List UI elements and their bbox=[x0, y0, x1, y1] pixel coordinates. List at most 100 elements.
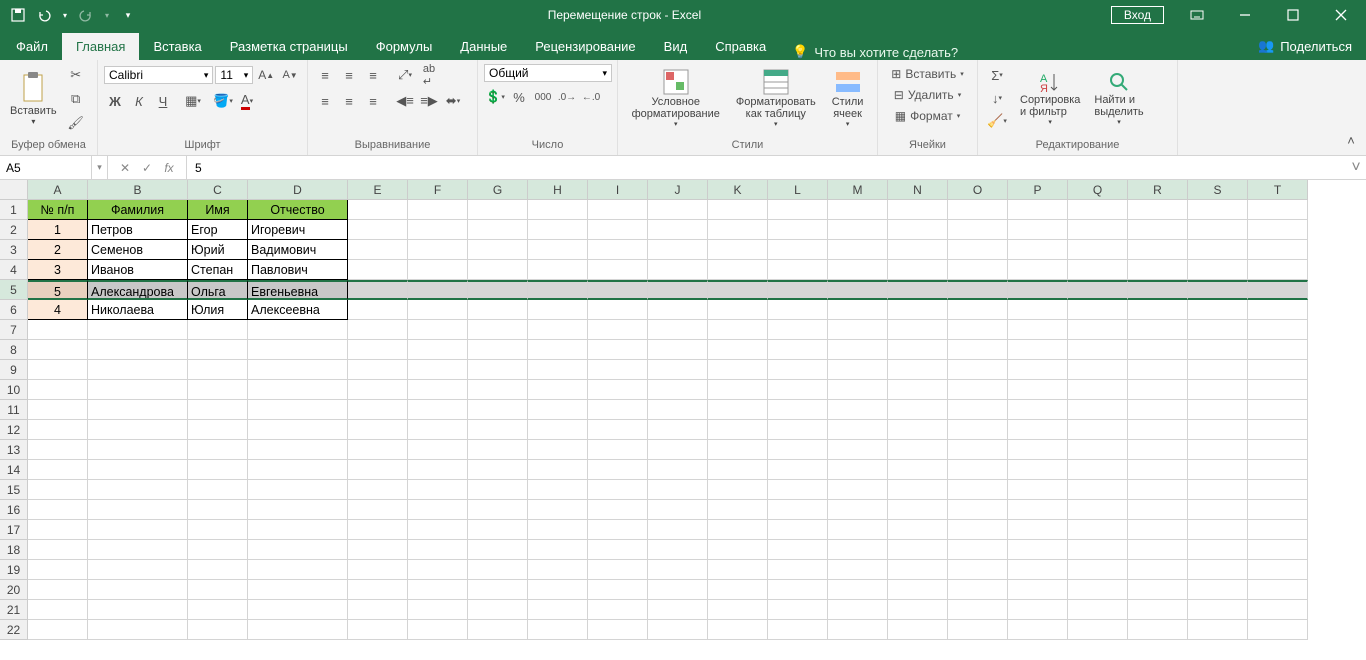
cell-I2[interactable] bbox=[588, 220, 648, 240]
cut-button[interactable]: ✂ bbox=[65, 64, 87, 86]
cell-H9[interactable] bbox=[528, 360, 588, 380]
tab-home[interactable]: Главная bbox=[62, 33, 139, 60]
cell-K12[interactable] bbox=[708, 420, 768, 440]
cell-K2[interactable] bbox=[708, 220, 768, 240]
cell-J21[interactable] bbox=[648, 600, 708, 620]
cell-B9[interactable] bbox=[88, 360, 188, 380]
cell-F1[interactable] bbox=[408, 200, 468, 220]
cell-R4[interactable] bbox=[1128, 260, 1188, 280]
increase-indent-button[interactable]: ≡▶ bbox=[418, 90, 440, 112]
undo-dropdown[interactable]: ▾ bbox=[60, 5, 70, 25]
column-header-P[interactable]: P bbox=[1008, 180, 1068, 200]
cell-R17[interactable] bbox=[1128, 520, 1188, 540]
insert-function-button[interactable]: fx bbox=[160, 159, 178, 177]
cell-T12[interactable] bbox=[1248, 420, 1308, 440]
cell-C20[interactable] bbox=[188, 580, 248, 600]
cell-S19[interactable] bbox=[1188, 560, 1248, 580]
cell-O3[interactable] bbox=[948, 240, 1008, 260]
cell-S16[interactable] bbox=[1188, 500, 1248, 520]
cell-Q9[interactable] bbox=[1068, 360, 1128, 380]
cell-M12[interactable] bbox=[828, 420, 888, 440]
cell-R1[interactable] bbox=[1128, 200, 1188, 220]
cell-B12[interactable] bbox=[88, 420, 188, 440]
cell-D21[interactable] bbox=[248, 600, 348, 620]
wrap-text-button[interactable]: ab↵ bbox=[418, 64, 440, 86]
cell-D17[interactable] bbox=[248, 520, 348, 540]
column-header-N[interactable]: N bbox=[888, 180, 948, 200]
cell-C12[interactable] bbox=[188, 420, 248, 440]
cell-B13[interactable] bbox=[88, 440, 188, 460]
cell-R9[interactable] bbox=[1128, 360, 1188, 380]
cell-P10[interactable] bbox=[1008, 380, 1068, 400]
cell-G9[interactable] bbox=[468, 360, 528, 380]
cell-O9[interactable] bbox=[948, 360, 1008, 380]
cell-B10[interactable] bbox=[88, 380, 188, 400]
cell-F12[interactable] bbox=[408, 420, 468, 440]
cell-O6[interactable] bbox=[948, 300, 1008, 320]
cell-G20[interactable] bbox=[468, 580, 528, 600]
cell-D9[interactable] bbox=[248, 360, 348, 380]
cell-E5[interactable] bbox=[348, 280, 408, 300]
cell-B4[interactable]: Иванов bbox=[88, 260, 188, 280]
cell-J5[interactable] bbox=[648, 280, 708, 300]
cell-I8[interactable] bbox=[588, 340, 648, 360]
column-header-J[interactable]: J bbox=[648, 180, 708, 200]
column-header-S[interactable]: S bbox=[1188, 180, 1248, 200]
cell-S12[interactable] bbox=[1188, 420, 1248, 440]
cell-T10[interactable] bbox=[1248, 380, 1308, 400]
cell-G12[interactable] bbox=[468, 420, 528, 440]
cell-E7[interactable] bbox=[348, 320, 408, 340]
comma-format-button[interactable]: 000 bbox=[532, 86, 554, 108]
cell-E18[interactable] bbox=[348, 540, 408, 560]
cell-N10[interactable] bbox=[888, 380, 948, 400]
cell-M4[interactable] bbox=[828, 260, 888, 280]
cell-H15[interactable] bbox=[528, 480, 588, 500]
cell-S9[interactable] bbox=[1188, 360, 1248, 380]
cell-A11[interactable] bbox=[28, 400, 88, 420]
cell-P2[interactable] bbox=[1008, 220, 1068, 240]
cell-A7[interactable] bbox=[28, 320, 88, 340]
cell-L7[interactable] bbox=[768, 320, 828, 340]
cell-E19[interactable] bbox=[348, 560, 408, 580]
cell-F3[interactable] bbox=[408, 240, 468, 260]
cell-K21[interactable] bbox=[708, 600, 768, 620]
cell-I7[interactable] bbox=[588, 320, 648, 340]
cell-L6[interactable] bbox=[768, 300, 828, 320]
merge-button[interactable]: ⬌▾ bbox=[442, 90, 464, 112]
cell-K10[interactable] bbox=[708, 380, 768, 400]
cell-M21[interactable] bbox=[828, 600, 888, 620]
cell-D20[interactable] bbox=[248, 580, 348, 600]
cell-D14[interactable] bbox=[248, 460, 348, 480]
cell-Q16[interactable] bbox=[1068, 500, 1128, 520]
cell-S21[interactable] bbox=[1188, 600, 1248, 620]
cell-F2[interactable] bbox=[408, 220, 468, 240]
cell-P6[interactable] bbox=[1008, 300, 1068, 320]
cell-O18[interactable] bbox=[948, 540, 1008, 560]
align-top-button[interactable]: ≡ bbox=[314, 64, 336, 86]
cell-R22[interactable] bbox=[1128, 620, 1188, 640]
cell-P19[interactable] bbox=[1008, 560, 1068, 580]
row-header-7[interactable]: 7 bbox=[0, 320, 28, 340]
cell-R10[interactable] bbox=[1128, 380, 1188, 400]
cell-N17[interactable] bbox=[888, 520, 948, 540]
cell-D8[interactable] bbox=[248, 340, 348, 360]
cell-J1[interactable] bbox=[648, 200, 708, 220]
cell-F6[interactable] bbox=[408, 300, 468, 320]
row-header-4[interactable]: 4 bbox=[0, 260, 28, 280]
cell-H18[interactable] bbox=[528, 540, 588, 560]
cell-C4[interactable]: Степан bbox=[188, 260, 248, 280]
row-header-14[interactable]: 14 bbox=[0, 460, 28, 480]
cell-C14[interactable] bbox=[188, 460, 248, 480]
cell-S20[interactable] bbox=[1188, 580, 1248, 600]
column-header-M[interactable]: M bbox=[828, 180, 888, 200]
row-header-18[interactable]: 18 bbox=[0, 540, 28, 560]
cell-C5[interactable]: Ольга bbox=[188, 280, 248, 300]
cell-B3[interactable]: Семенов bbox=[88, 240, 188, 260]
bold-button[interactable]: Ж bbox=[104, 90, 126, 112]
accounting-format-button[interactable]: 💲▾ bbox=[484, 86, 506, 108]
cell-R11[interactable] bbox=[1128, 400, 1188, 420]
cell-B7[interactable] bbox=[88, 320, 188, 340]
cell-M11[interactable] bbox=[828, 400, 888, 420]
tab-insert[interactable]: Вставка bbox=[139, 33, 215, 60]
cell-R21[interactable] bbox=[1128, 600, 1188, 620]
